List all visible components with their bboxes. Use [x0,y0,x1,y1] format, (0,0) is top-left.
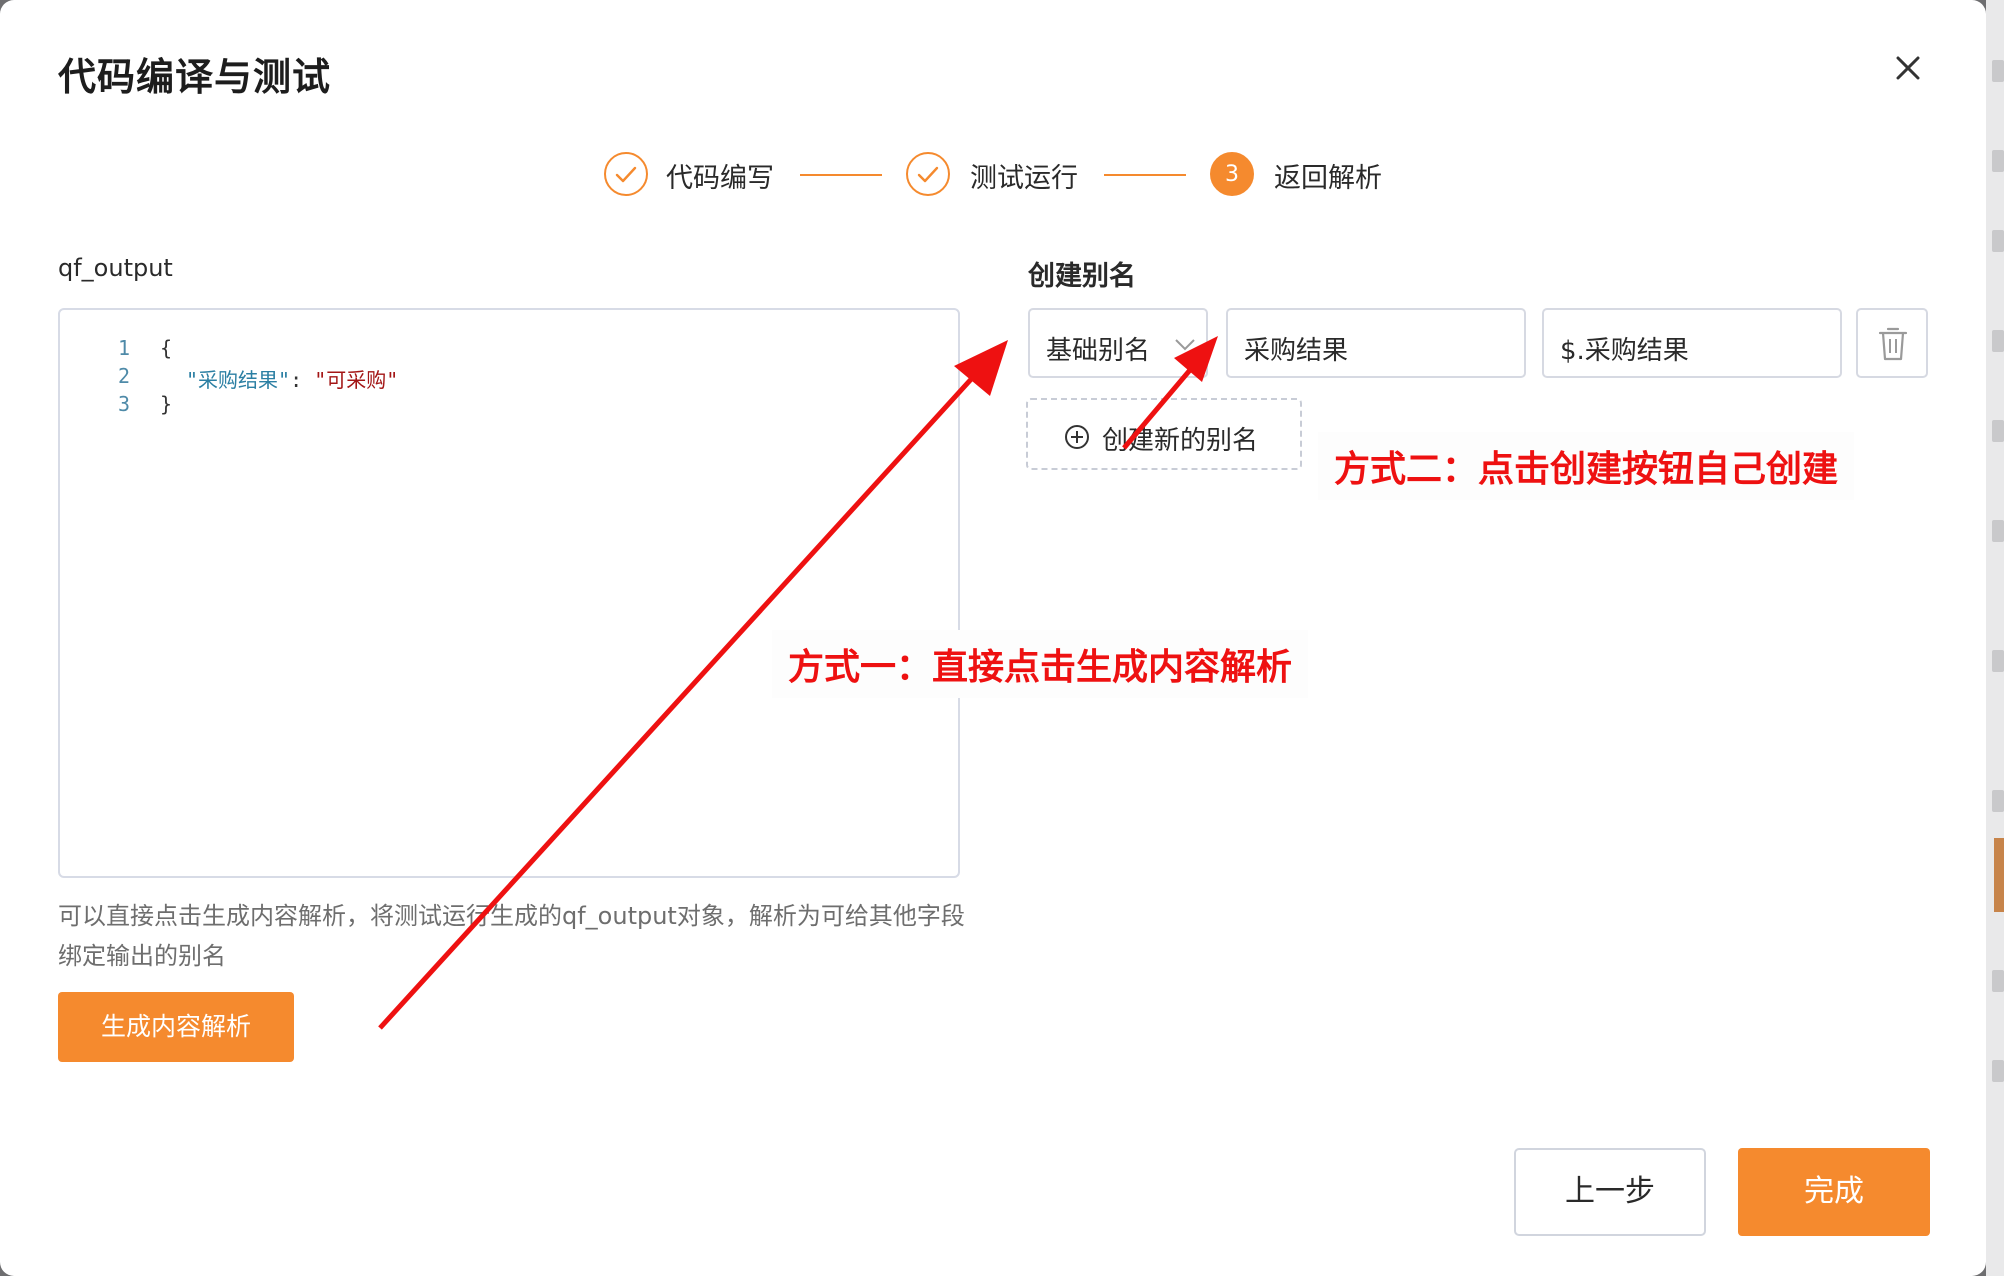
code-editor[interactable]: 1 { 2 "采购结果": "可采购" 3 } [58,308,960,878]
alias-path-value: $.采购结果 [1560,336,1689,366]
step-3-number: 3 [1225,162,1239,187]
json-value: "可采购" [314,368,399,392]
code-text: } [160,392,173,416]
create-new-alias-button[interactable]: 创建新的别名 [1026,398,1302,470]
arrowhead-method-one [954,340,1008,396]
background-page-edge [1986,0,2004,1276]
step-connector [1104,174,1186,176]
generate-parse-button[interactable]: 生成内容解析 [58,992,294,1062]
create-alias-title: 创建别名 [1028,261,1136,292]
qf-output-label: qf_output [58,254,173,282]
alias-name-value: 采购结果 [1244,336,1349,366]
step-3-number-badge: 3 [1210,152,1254,196]
step-1-check-icon [604,152,648,196]
step-2-label: 测试运行 [970,163,1078,194]
json-separator: : [290,368,315,392]
step-progress: 代码编写 测试运行 3 返回解析 [0,144,1986,204]
line-number: 3 [117,392,130,416]
annotation-method-two: 方式二：点击创建按钮自己创建 [1318,432,1855,500]
alias-type-value: 基础别名 [1046,336,1151,366]
step-3-label: 返回解析 [1274,163,1382,194]
plus-circle-icon [1065,425,1089,449]
delete-alias-button[interactable] [1856,308,1928,378]
code-compile-test-dialog: 代码编译与测试 代码编写 测试运行 3 返回解析 qf_output 1 { 2… [0,0,1986,1276]
code-text: { [160,336,173,360]
trash-icon [1878,327,1908,361]
step-2-check-icon [906,152,950,196]
alias-path-input[interactable]: $.采购结果 [1542,308,1842,378]
json-key: "采购结果" [186,368,291,392]
previous-step-button[interactable]: 上一步 [1514,1148,1706,1236]
line-number: 2 [117,364,130,388]
close-icon [1896,56,1920,80]
dialog-title: 代码编译与测试 [58,55,332,99]
annotation-method-one: 方式一：直接点击生成内容解析 [772,630,1309,698]
done-button[interactable]: 完成 [1738,1148,1930,1236]
close-button[interactable] [1886,46,1930,90]
chevron-down-icon [1175,339,1195,351]
step-1-label: 代码编写 [666,163,774,194]
create-new-alias-label: 创建新的别名 [1102,426,1259,456]
step-connector [800,174,882,176]
line-number: 1 [117,336,130,360]
alias-name-input[interactable]: 采购结果 [1226,308,1526,378]
alias-type-select[interactable]: 基础别名 [1028,308,1208,378]
parse-hint-text: 可以直接点击生成内容解析，将测试运行生成的qf_output对象，解析为可给其他… [58,902,965,970]
